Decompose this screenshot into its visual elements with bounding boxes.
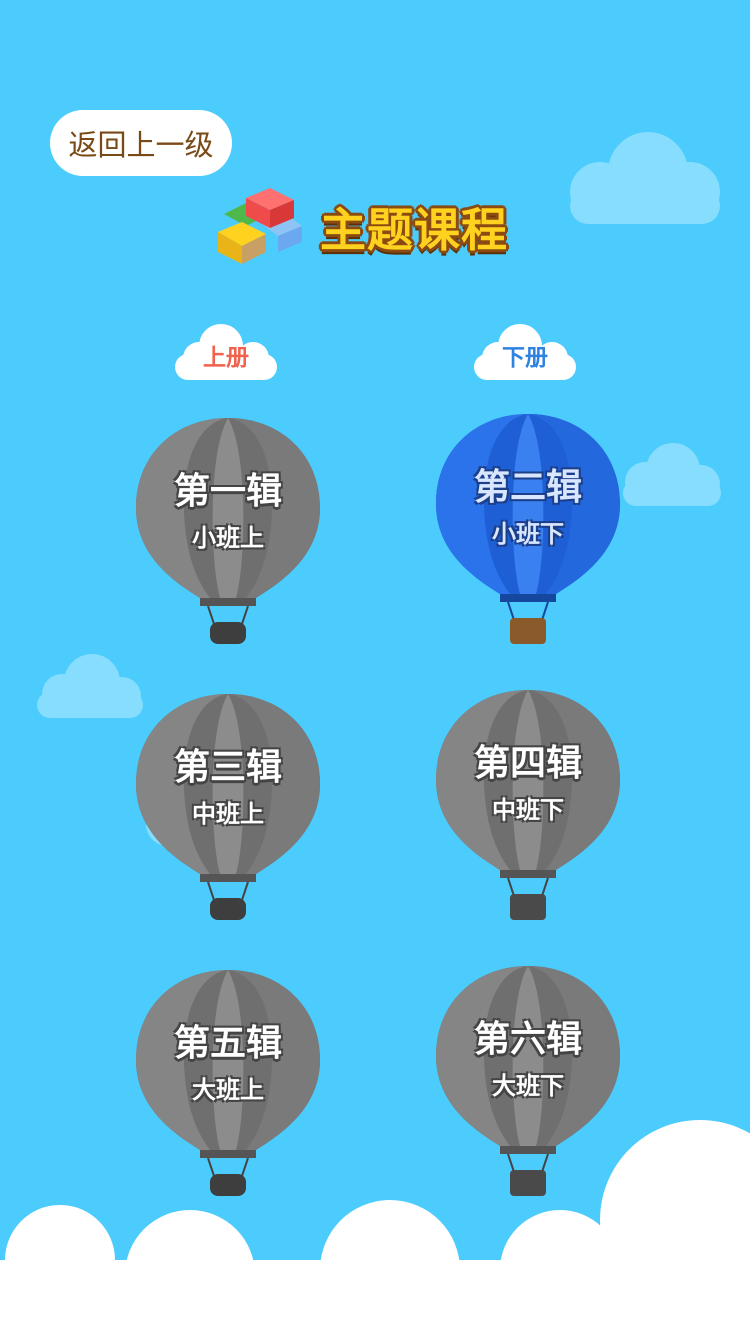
blocks-logo-icon [218,188,302,264]
balloon-volume-4[interactable]: 第四辑 中班下 [428,684,628,924]
cloud-bank-decoration [0,1120,750,1334]
balloon-title: 第一辑 [173,471,282,512]
balloon-title: 第四辑 [473,743,582,784]
back-button[interactable]: 返回上一级 [50,110,232,176]
page-title: 主题课程 [320,203,508,257]
volume-label-upper: 上册 [173,318,279,382]
balloon-subtitle: 小班下 [492,520,564,548]
balloon-volume-1[interactable]: 第一辑 小班上 [128,412,328,652]
balloon-volume-3[interactable]: 第三辑 中班上 [128,688,328,928]
balloon-title: 第二辑 [473,467,582,508]
cloud-decoration [623,443,721,506]
balloon-subtitle: 小班上 [192,524,264,552]
balloon-subtitle: 大班下 [492,1072,564,1100]
balloon-subtitle: 中班下 [492,796,564,824]
balloon-subtitle: 中班上 [192,800,264,828]
balloon-volume-2[interactable]: 第二辑 小班下 [428,408,628,648]
cloud-decoration [570,132,720,224]
balloon-title: 第五辑 [173,1023,282,1064]
volume-label-text: 上册 [203,345,249,371]
balloon-title: 第六辑 [473,1019,582,1060]
balloon-title: 第三辑 [173,747,282,788]
volume-label-text: 下册 [502,345,548,371]
balloon-subtitle: 大班上 [192,1076,264,1104]
volume-label-lower: 下册 [472,318,578,382]
